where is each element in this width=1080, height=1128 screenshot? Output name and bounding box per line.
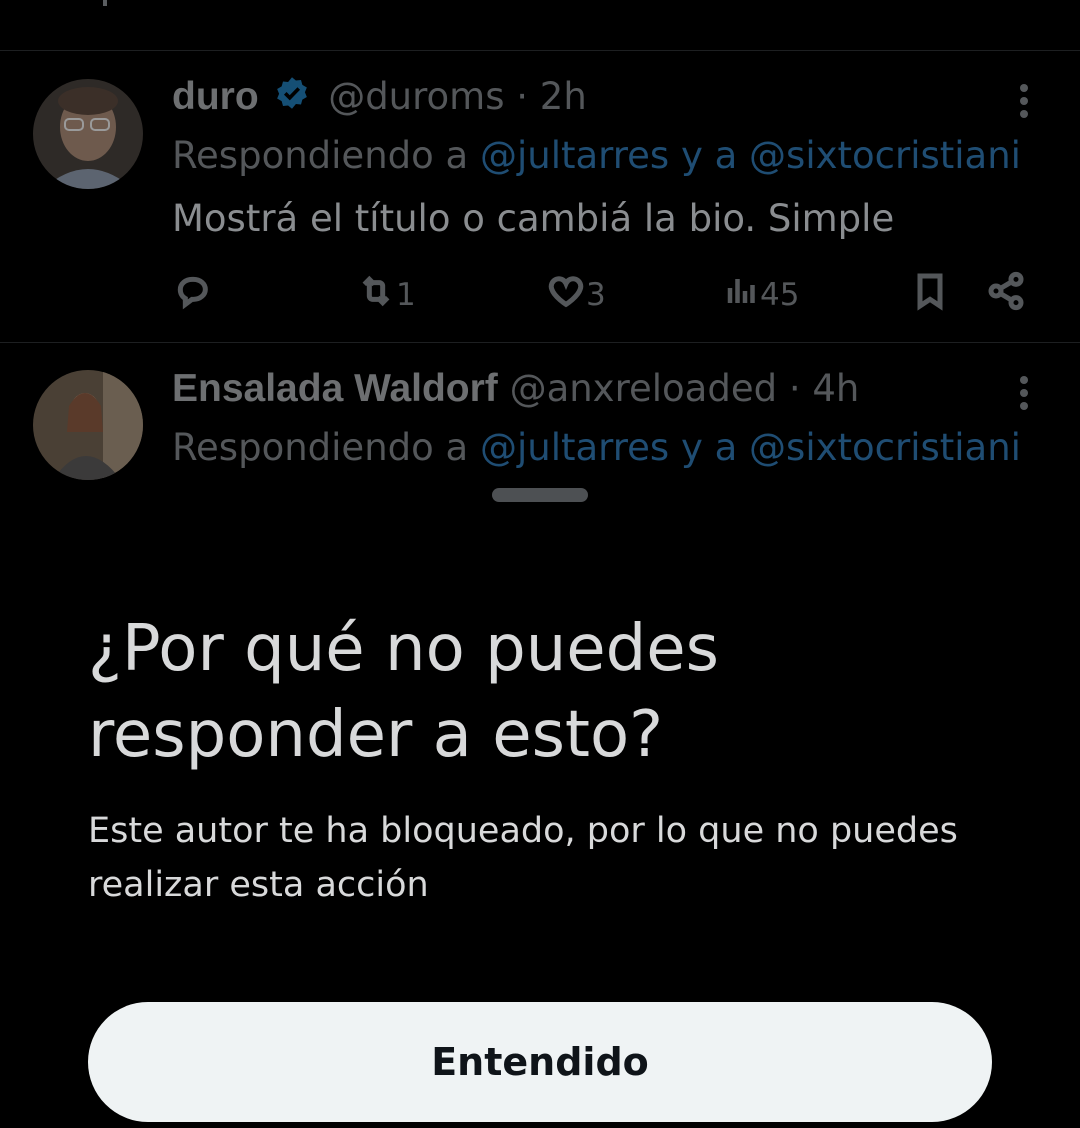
reply-icon	[172, 271, 212, 319]
sheet-message: Este autor te ha bloqueado, por lo que n…	[88, 811, 958, 905]
mention-link[interactable]: @jultarres	[480, 426, 669, 469]
sheet-drag-handle[interactable]	[492, 488, 588, 502]
mention-link[interactable]: @sixtocristiani	[749, 134, 1021, 177]
handle[interactable]: @anxreloaded	[510, 367, 778, 410]
display-name[interactable]: Ensalada Waldorf	[172, 367, 498, 410]
bookmark-button[interactable]	[910, 268, 950, 322]
avatar-ensalada-waldorf[interactable]	[33, 370, 143, 480]
reply-prefix: Respondiendo a	[172, 426, 469, 469]
timestamp[interactable]: · 2h	[516, 75, 587, 118]
display-name[interactable]: duro	[172, 75, 259, 118]
more-icon[interactable]	[1016, 376, 1032, 416]
tweet-feed: duro @duroms · 2h Respondiendo a @jultar…	[0, 0, 1080, 480]
mention-link[interactable]: @jultarres	[480, 134, 669, 177]
entendido-button[interactable]: Entendido	[88, 1002, 992, 1122]
like-button[interactable]: 3	[546, 268, 606, 322]
tweet-actions: 1 3 45	[172, 268, 1032, 322]
views-button[interactable]: 45	[724, 268, 799, 322]
reply-context: Respondiendo a @jultarres y a @sixtocris…	[172, 425, 1021, 471]
divider	[0, 50, 1080, 51]
tweet-text: Mostrá el título o cambiá la bio. Simple	[172, 197, 895, 240]
views-count: 45	[760, 277, 800, 313]
verified-badge-icon	[274, 75, 310, 122]
retweet-count: 1	[396, 277, 416, 313]
reply-context: Respondiendo a @jultarres y a @sixtocris…	[172, 133, 1021, 179]
retweet-icon	[356, 271, 396, 319]
timestamp[interactable]: · 4h	[789, 367, 860, 410]
bookmark-icon	[910, 271, 950, 319]
reply-prefix: Respondiendo a	[172, 134, 469, 177]
share-icon	[986, 271, 1026, 319]
share-button[interactable]	[986, 268, 1026, 322]
avatar-duro[interactable]	[33, 79, 143, 189]
tweet-header: duro @duroms · 2h	[172, 74, 587, 122]
mention-join: y a	[680, 134, 738, 177]
reply-button[interactable]	[172, 268, 212, 322]
mention-link[interactable]: @sixtocristiani	[749, 426, 1021, 469]
mention-join: y a	[680, 426, 738, 469]
sheet-title: ¿Por qué no puedes responder a esto?	[88, 612, 719, 772]
thread-line	[103, 0, 107, 6]
more-icon[interactable]	[1016, 84, 1032, 124]
views-icon	[724, 273, 760, 317]
divider	[0, 342, 1080, 343]
like-icon	[546, 271, 586, 319]
like-count: 3	[586, 277, 606, 313]
handle[interactable]: @duroms	[328, 75, 504, 118]
retweet-button[interactable]: 1	[356, 268, 416, 322]
tweet-header: Ensalada Waldorf @anxreloaded · 4h	[172, 366, 859, 412]
